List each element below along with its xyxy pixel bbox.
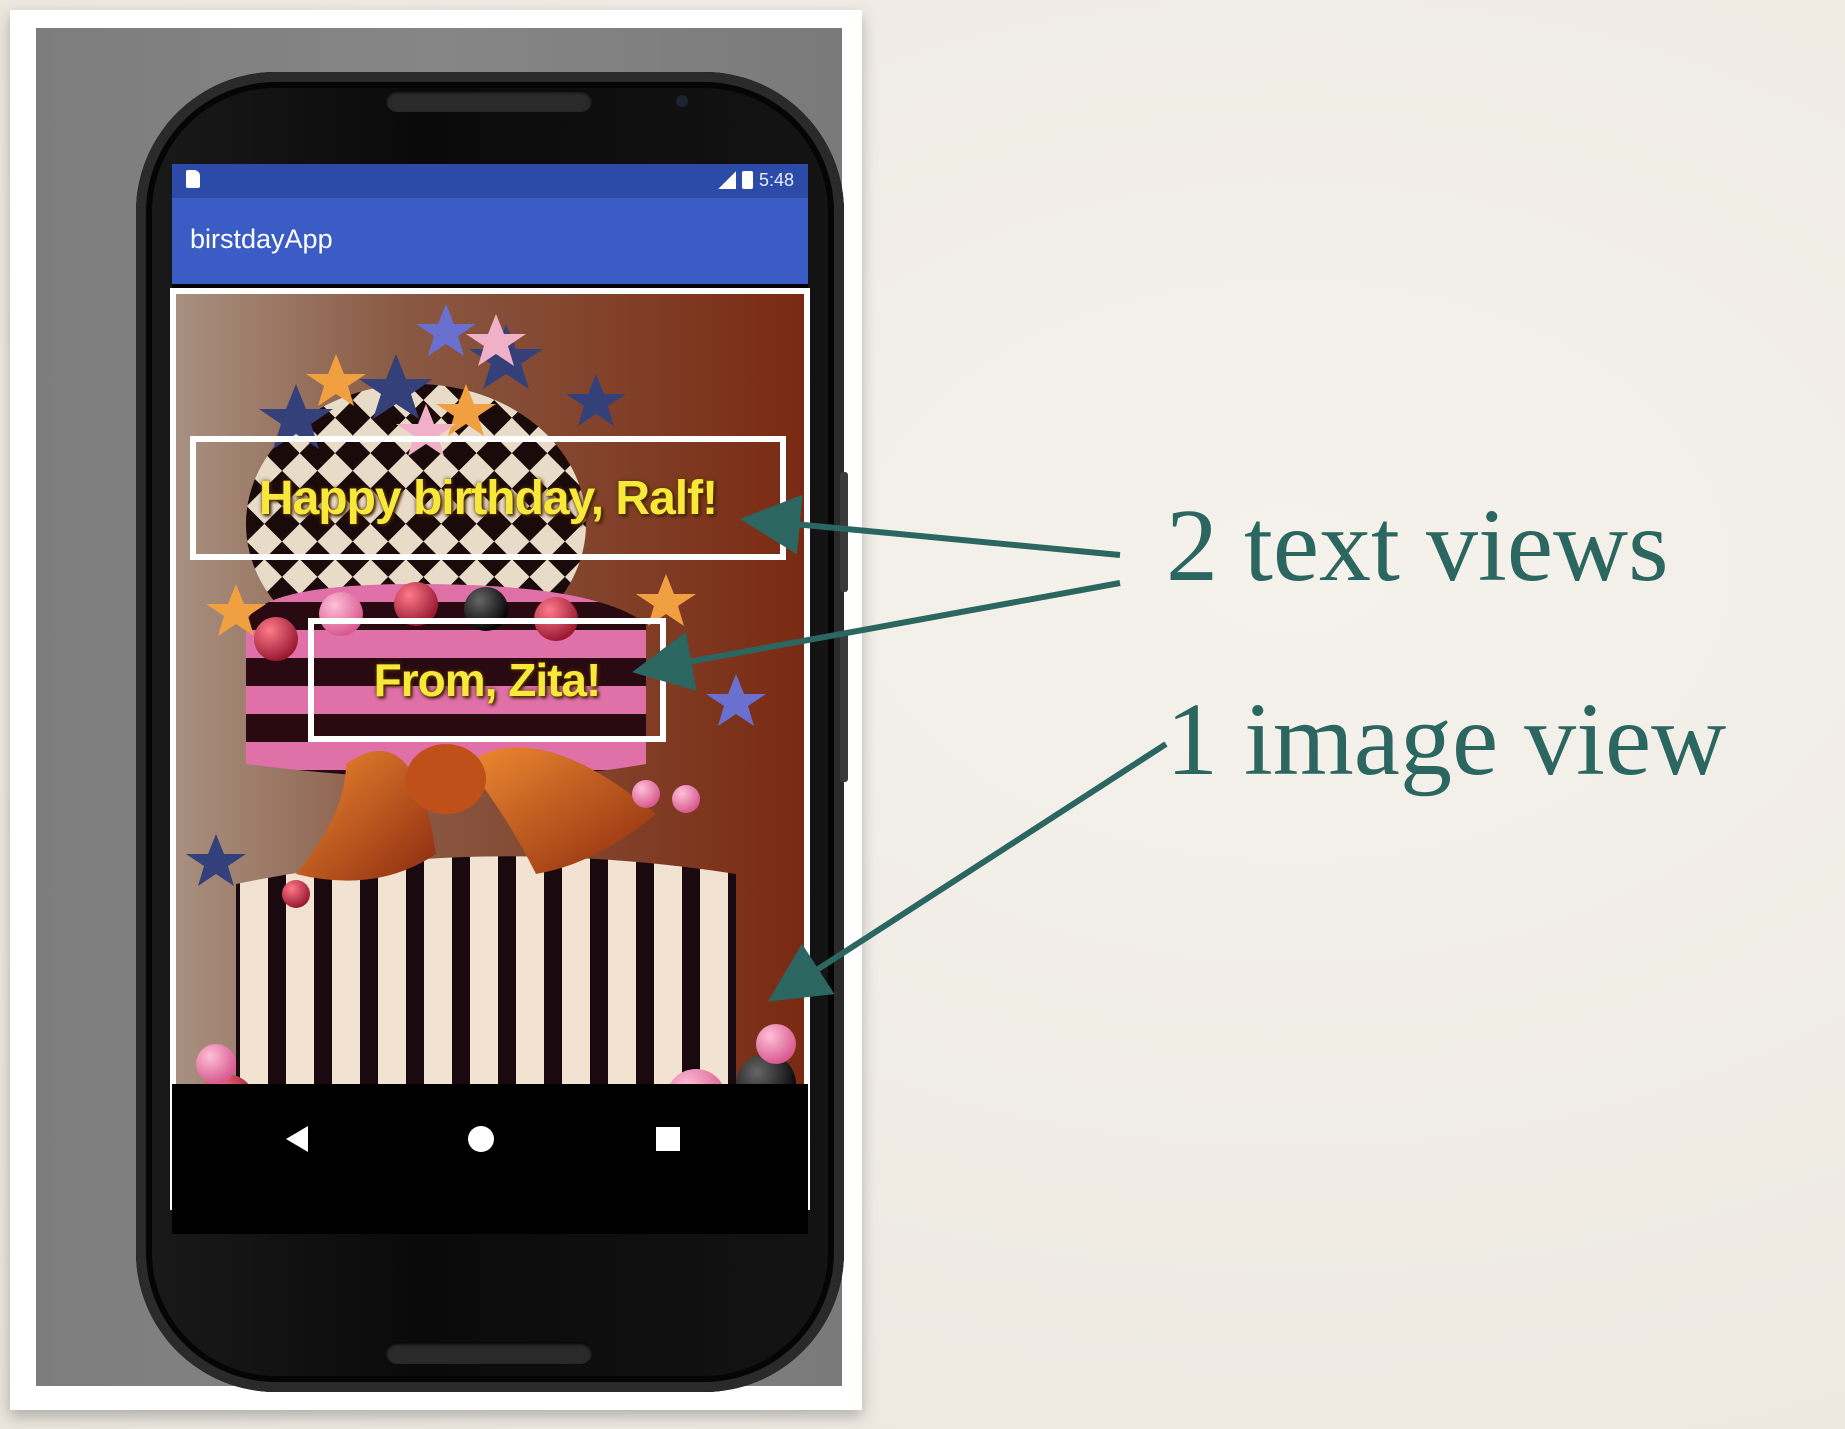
arrow-to-text-view-2	[632, 580, 1121, 691]
arrow-to-image-view	[767, 741, 1168, 1002]
image-view-label: 1 image view	[1166, 682, 1727, 797]
arrow-to-text-view-1	[740, 494, 1121, 558]
text-views-label: 2 text views	[1166, 488, 1669, 603]
